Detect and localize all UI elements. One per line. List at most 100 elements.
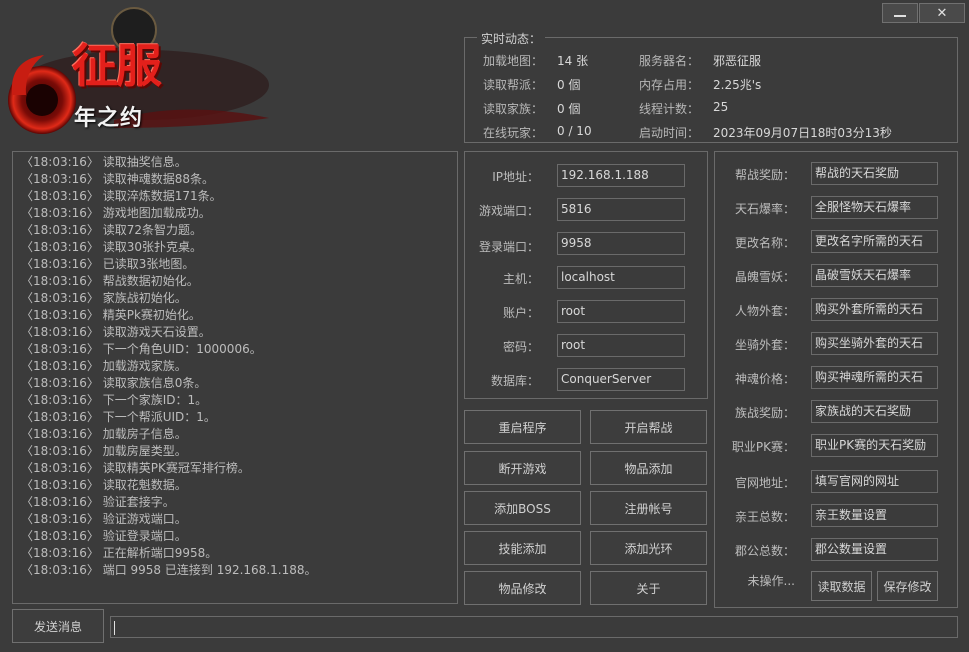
- game-port-label: 游戏端口：: [478, 204, 539, 218]
- log-line: 〈18:03:16〉 读取淬炼数据171条。: [21, 189, 222, 203]
- online-players-label: 在线玩家：: [483, 126, 544, 140]
- read-data-button[interactable]: 读取数据: [811, 571, 872, 601]
- setting-label: 族战奖励：: [734, 406, 795, 420]
- setting-label: 职业PK赛：: [731, 440, 795, 454]
- account-input[interactable]: root: [557, 300, 685, 323]
- save-changes-button[interactable]: 保存修改: [877, 571, 938, 601]
- setting-input[interactable]: 全服怪物天石爆率: [811, 196, 938, 219]
- setting-label: 更改名称：: [734, 236, 795, 250]
- app-logo: 征服 年之约: [4, 0, 274, 150]
- log-line: 〈18:03:16〉 读取花魁数据。: [21, 478, 187, 492]
- close-icon: ✕: [936, 5, 948, 21]
- login-port-input[interactable]: 9958: [557, 232, 685, 255]
- setting-label: 帮战奖励：: [734, 168, 795, 182]
- start-time-value: 2023年09月07日18时03分13秒: [713, 126, 892, 140]
- memory-usage-label: 内存占用：: [639, 78, 700, 92]
- password-input[interactable]: root: [557, 334, 685, 357]
- setting-input[interactable]: 晶破雪妖天石爆率: [811, 264, 938, 287]
- setting-input[interactable]: 亲王数量设置: [811, 504, 938, 527]
- add-item-button[interactable]: 物品添加: [590, 451, 707, 485]
- maps-loaded-label: 加载地图：: [483, 54, 544, 68]
- log-line: 〈18:03:16〉 读取精英PK赛冠军排行榜。: [21, 461, 250, 475]
- families-loaded-label: 读取家族：: [483, 102, 544, 116]
- log-line: 〈18:03:16〉 正在解析端口9958。: [21, 546, 218, 560]
- login-port-label: 登录端口：: [478, 240, 539, 254]
- restart-button[interactable]: 重启程序: [464, 410, 581, 444]
- log-line: 〈18:03:16〉 读取家族信息0条。: [21, 376, 207, 390]
- host-label: 主机：: [502, 272, 539, 286]
- setting-input[interactable]: 填写官网的网址: [811, 470, 938, 493]
- families-loaded-value: 0 個: [557, 102, 581, 116]
- log-line: 〈18:03:16〉 读取30张扑克桌。: [21, 240, 202, 254]
- log-line: 〈18:03:16〉 已读取3张地图。: [21, 257, 195, 271]
- log-line: 〈18:03:16〉 家族战初始化。: [21, 291, 187, 305]
- host-input[interactable]: localhost: [557, 266, 685, 289]
- setting-input[interactable]: 职业PK赛的天石奖励: [811, 434, 938, 457]
- disconnect-button[interactable]: 断开游戏: [464, 451, 581, 485]
- setting-label: 郡公总数：: [734, 544, 795, 558]
- log-line: 〈18:03:16〉 下一个家族ID：1。: [21, 393, 208, 407]
- server-name-value: 邪恶征服: [713, 54, 762, 68]
- server-name-label: 服务器名：: [639, 54, 700, 68]
- setting-input[interactable]: 帮战的天石奖励: [811, 162, 938, 185]
- close-button[interactable]: ✕: [919, 3, 965, 23]
- send-message-button[interactable]: 发送消息: [12, 609, 104, 643]
- setting-input[interactable]: 郡公数量设置: [811, 538, 938, 561]
- setting-label: 人物外套：: [734, 304, 795, 318]
- connection-settings-group: IP地址： 192.168.1.188 游戏端口： 5816 登录端口： 995…: [464, 151, 708, 399]
- setting-input[interactable]: 家族战的天石奖励: [811, 400, 938, 423]
- log-line: 〈18:03:16〉 验证登录端口。: [21, 529, 187, 543]
- settings-status-text: 未操作...: [747, 574, 795, 588]
- register-account-button[interactable]: 注册帐号: [590, 491, 707, 525]
- database-input[interactable]: ConquerServer: [557, 368, 685, 391]
- log-panel[interactable]: 〈18:03:16〉 读取抽奖信息。 〈18:03:16〉 读取神魂数据88条。〈…: [12, 151, 458, 604]
- log-line: 〈18:03:16〉 下一个角色UID：1000006。: [21, 342, 262, 356]
- edit-item-button[interactable]: 物品修改: [464, 571, 581, 605]
- thread-count-label: 线程计数：: [639, 102, 700, 116]
- log-line: 〈18:03:16〉 精英Pk赛初始化。: [21, 308, 201, 322]
- logo-subtitle: 年之约: [74, 105, 144, 131]
- ip-input[interactable]: 192.168.1.188: [557, 164, 685, 187]
- log-line: 〈18:03:16〉 读取抽奖信息。: [21, 155, 187, 169]
- setting-label: 神魂价格：: [734, 372, 795, 386]
- password-label: 密码：: [502, 340, 539, 354]
- log-line: 〈18:03:16〉 加载房屋类型。: [21, 444, 187, 458]
- game-port-input[interactable]: 5816: [557, 198, 685, 221]
- start-time-label: 启动时间：: [639, 126, 700, 140]
- setting-input[interactable]: 更改名字所需的天石: [811, 230, 938, 253]
- database-label: 数据库：: [490, 374, 539, 388]
- setting-input[interactable]: 购买神魂所需的天石: [811, 366, 938, 389]
- about-button[interactable]: 关于: [590, 571, 707, 605]
- status-group: 实时动态： 加载地图： 14 张 服务器名： 邪恶征服 读取帮派： 0 個 内存…: [464, 30, 958, 143]
- minimize-button[interactable]: [882, 3, 918, 23]
- setting-label: 亲王总数：: [734, 510, 795, 524]
- add-boss-button[interactable]: 添加BOSS: [464, 491, 581, 525]
- account-label: 账户：: [502, 306, 539, 320]
- minimize-icon: [894, 15, 906, 17]
- text-cursor: [114, 620, 115, 635]
- guilds-loaded-label: 读取帮派：: [483, 78, 544, 92]
- setting-label: 天石爆率：: [734, 202, 795, 216]
- log-line: 〈18:03:16〉 读取游戏天石设置。: [21, 325, 211, 339]
- log-line: 〈18:03:16〉 验证游戏端口。: [21, 512, 187, 526]
- setting-label: 官网地址：: [734, 476, 795, 490]
- setting-input[interactable]: 购买坐骑外套的天石: [811, 332, 938, 355]
- setting-input[interactable]: 购买外套所需的天石: [811, 298, 938, 321]
- online-players-value: 0 / 10: [557, 124, 592, 138]
- log-line: 〈18:03:16〉 加载房子信息。: [21, 427, 187, 441]
- status-group-title: 实时动态：: [477, 30, 546, 47]
- log-line: 〈18:03:16〉 读取72条智力题。: [21, 223, 202, 237]
- log-line: 〈18:03:16〉 加载游戏家族。: [21, 359, 187, 373]
- ip-label: IP地址：: [492, 170, 539, 184]
- memory-usage-value: 2.25兆's: [713, 78, 762, 92]
- reward-settings-group: 未操作... 读取数据 保存修改 帮战奖励： 帮战的天石奖励天石爆率： 全服怪物天石…: [714, 151, 958, 608]
- logo-title: 征服: [72, 39, 162, 93]
- add-skill-button[interactable]: 技能添加: [464, 531, 581, 565]
- maps-loaded-value: 14 张: [557, 54, 589, 68]
- open-guild-war-button[interactable]: 开启帮战: [590, 410, 707, 444]
- add-halo-button[interactable]: 添加光环: [590, 531, 707, 565]
- log-line: 〈18:03:16〉 验证套接字。: [21, 495, 175, 509]
- message-input[interactable]: [110, 616, 958, 638]
- log-line: 〈18:03:16〉 读取神魂数据88条。: [21, 172, 214, 186]
- log-line: 〈18:03:16〉 下一个帮派UID：1。: [21, 410, 216, 424]
